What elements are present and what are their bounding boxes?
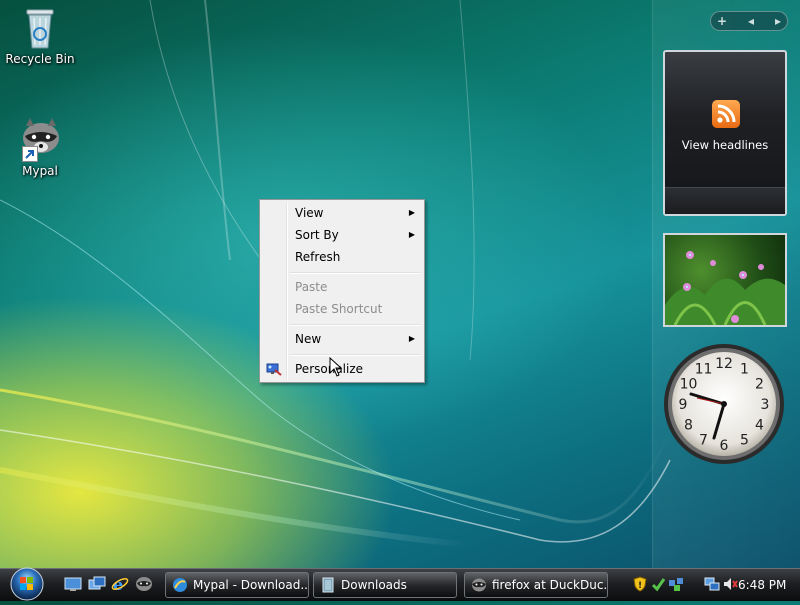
feed-headlines-gadget[interactable]: View headlines	[663, 50, 787, 216]
menu-item-sort-by[interactable]: Sort By ▶	[262, 225, 422, 245]
menu-item-label: New	[295, 332, 322, 346]
svg-text:!: !	[638, 581, 642, 591]
next-gadget-page-button[interactable]: ▸	[775, 14, 781, 28]
menu-item-refresh[interactable]: Refresh	[262, 247, 422, 267]
analog-clock-face: 12 12 3 45678 9 1011	[664, 344, 784, 464]
clock-numeral: 3	[761, 397, 770, 413]
switch-windows-icon[interactable]	[88, 575, 106, 593]
notification-area: ! 6:48 PM	[628, 571, 796, 599]
clock-numeral: 5	[740, 433, 749, 449]
slideshow-gadget[interactable]	[663, 233, 787, 327]
clock-numeral: 7	[699, 433, 708, 449]
mypal-icon[interactable]	[135, 575, 153, 593]
defender-icon[interactable]	[650, 576, 666, 592]
rss-icon	[712, 100, 740, 128]
desktop-icon-recycle-bin[interactable]: Recycle Bin	[4, 4, 76, 66]
taskbar-button-firefox-duckduckgo[interactable]: firefox at DuckDuc...	[464, 572, 608, 598]
menu-item-view[interactable]: View ▶	[262, 203, 422, 223]
clock-numeral: 12	[715, 356, 733, 372]
menu-item-paste[interactable]: Paste	[262, 277, 422, 297]
start-button[interactable]	[6, 566, 48, 602]
menu-separator	[290, 272, 421, 274]
clock-gadget[interactable]: 12 1 2 3 4 5 6 7 8 9 10 11	[662, 342, 786, 466]
menu-item-label: Paste Shortcut	[295, 302, 383, 316]
network-icon[interactable]	[704, 576, 720, 592]
security-alert-shield-icon[interactable]: !	[632, 576, 648, 592]
mypal-browser-icon	[172, 577, 188, 593]
taskbar-clock[interactable]: 6:48 PM	[738, 571, 786, 599]
shortcut-arrow-icon	[22, 146, 38, 162]
recycle-bin-icon	[20, 4, 60, 52]
menu-item-label: View	[295, 206, 324, 220]
submenu-arrow-icon: ▶	[408, 334, 415, 343]
mypal-raccoon-icon	[18, 116, 62, 164]
submenu-arrow-icon: ▶	[408, 208, 415, 217]
desktop-context-menu: View ▶ Sort By ▶ Refresh Paste Paste Sho…	[259, 199, 425, 383]
menu-separator	[290, 324, 421, 326]
sidebar-toolbar: + ◂ ▸	[710, 11, 788, 31]
personalize-display-icon	[266, 361, 282, 377]
taskbar-button-label: Mypal - Download...	[193, 578, 309, 592]
clock-numeral: 10	[680, 377, 698, 393]
mouse-pointer-icon	[329, 357, 343, 377]
clock-numeral: 6	[720, 438, 729, 454]
desktop[interactable]: Recycle Bin Mypal + ◂ ▸ View headlines 1…	[0, 0, 800, 568]
desktop-icon-label: Recycle Bin	[5, 52, 75, 66]
taskbar-button-downloads[interactable]: Downloads	[313, 572, 457, 598]
clock-numeral: 1	[740, 362, 749, 378]
internet-explorer-icon[interactable]: e	[111, 575, 129, 594]
clock-numeral: 8	[684, 418, 693, 434]
network-share-icon[interactable]	[668, 576, 684, 592]
volume-muted-icon[interactable]	[722, 576, 738, 592]
previous-gadget-page-button[interactable]: ◂	[748, 14, 754, 28]
taskbar-button-label: Downloads	[341, 578, 407, 592]
add-gadget-button[interactable]: +	[717, 14, 727, 28]
taskbar: e Mypal - Download... Downloads firefox …	[0, 566, 800, 602]
taskbar-button-label: firefox at DuckDuc...	[492, 578, 608, 592]
clock-numeral: 2	[755, 377, 764, 393]
desktop-icon-label: Mypal	[22, 164, 58, 178]
menu-item-paste-shortcut[interactable]: Paste Shortcut	[262, 299, 422, 319]
view-headlines-link[interactable]: View headlines	[665, 138, 785, 152]
menu-item-label: Refresh	[295, 250, 341, 264]
show-desktop-icon[interactable]	[64, 575, 82, 593]
taskbar-button-mypal-download[interactable]: Mypal - Download...	[165, 572, 309, 598]
submenu-arrow-icon: ▶	[408, 230, 415, 239]
menu-item-label: Paste	[295, 280, 328, 294]
slideshow-photo	[665, 251, 785, 325]
menu-item-new[interactable]: New ▶	[262, 329, 422, 349]
menu-separator	[290, 354, 421, 356]
gadget-footer	[665, 187, 785, 214]
folder-icon	[320, 577, 336, 593]
mypal-raccoon-icon	[471, 577, 487, 593]
menu-item-label: Sort By	[295, 228, 339, 242]
desktop-icon-mypal[interactable]: Mypal	[4, 116, 76, 178]
windows-orb-icon	[10, 567, 44, 601]
clock-numeral: 9	[679, 397, 688, 413]
clock-numeral: 4	[755, 418, 764, 434]
clock-numeral: 11	[695, 362, 713, 378]
